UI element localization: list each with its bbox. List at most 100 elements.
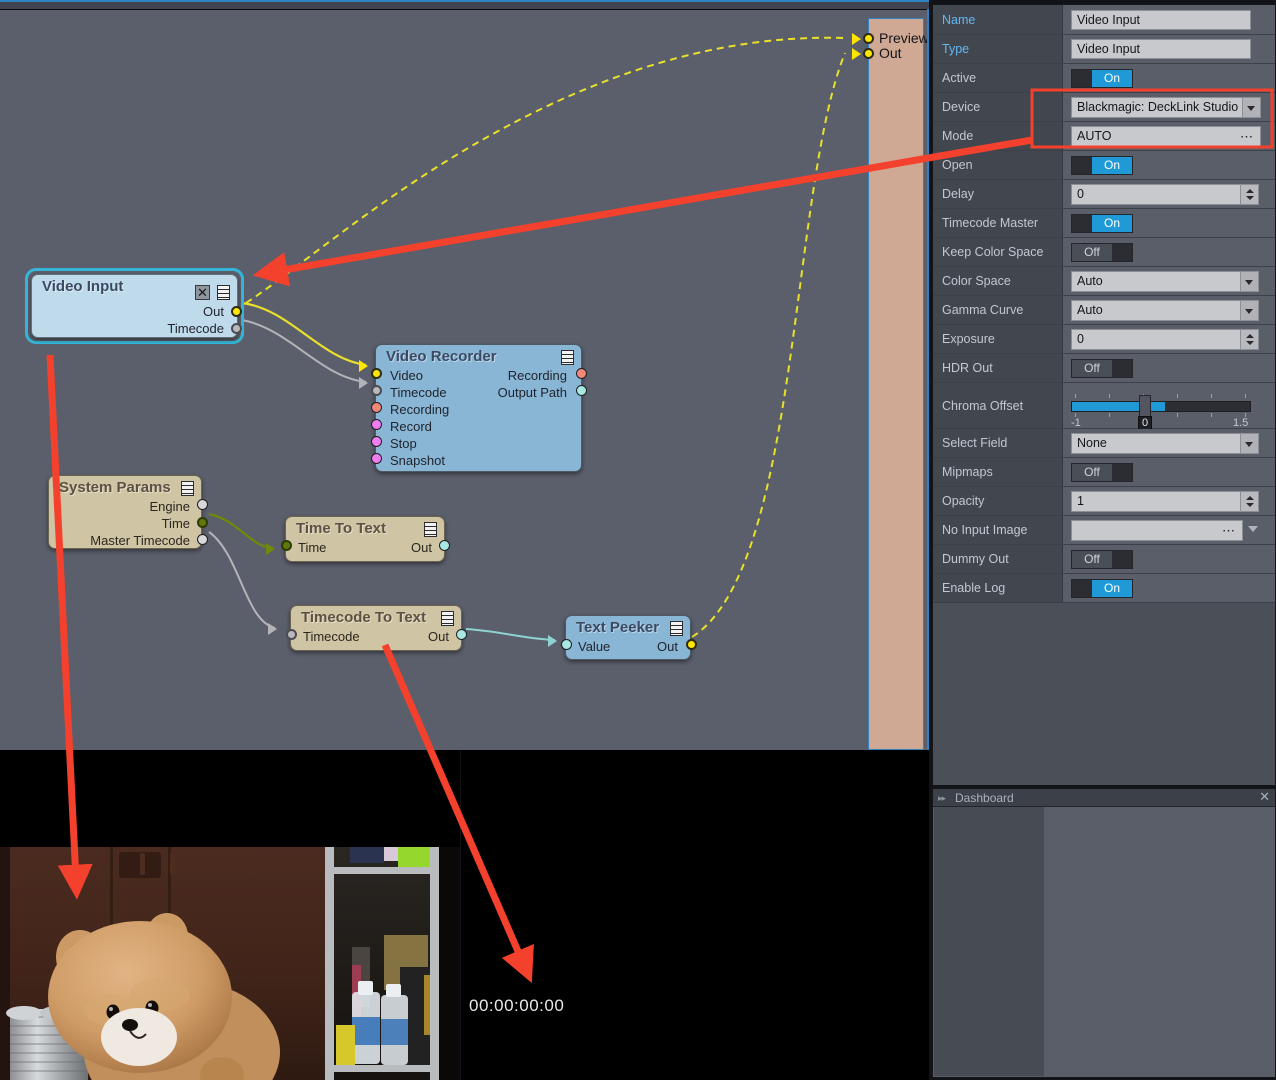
node-system-params[interactable]: System Params Engine Time Master Timecod… [48, 475, 202, 549]
time-to-text-in-label: Time [298, 540, 327, 555]
prop-label-device: Device [933, 93, 1063, 121]
prop-label-color-space: Color Space [933, 267, 1063, 295]
prop-toggle-hdr-out[interactable]: Off [1071, 358, 1133, 378]
time-to-text-time-port[interactable] [281, 540, 292, 551]
prop-label-enable-log: Enable Log [933, 574, 1063, 602]
chevron-down-icon[interactable] [1240, 271, 1258, 291]
prop-label-select-field: Select Field [933, 429, 1063, 457]
prop-slider-chroma-offset[interactable]: -1 0 1.5 [1071, 387, 1251, 430]
ellipsis-icon[interactable]: ⋯ [1240, 129, 1254, 145]
prop-spin-exposure[interactable]: 0 [1071, 328, 1259, 350]
video-recorder-outputpath-port[interactable] [576, 385, 587, 396]
dashboard-panel: ▸▸ Dashboard ✕ [932, 788, 1276, 1078]
application-window: Preview Out Video Input ✕ Out Timecode V… [0, 0, 1276, 1080]
prop-combo-device[interactable]: Blackmagic: DeckLink Studio 4 [1071, 96, 1261, 118]
stepper-icon[interactable] [1240, 491, 1258, 511]
preview-right-viewport[interactable]: 00:00:00:00 [461, 750, 929, 1080]
ellipsis-icon[interactable]: ⋯ [1222, 523, 1236, 539]
system-params-master-timecode-port[interactable] [197, 534, 208, 545]
video-recorder-stop-port[interactable] [371, 436, 382, 447]
node-timecode-to-text[interactable]: Timecode To Text Timecode Out [290, 605, 462, 651]
chevron-down-icon[interactable] [1240, 433, 1258, 453]
stepper-icon[interactable] [1240, 184, 1258, 204]
node-video-recorder[interactable]: Video Recorder Video Timecode Recording … [375, 344, 582, 472]
prop-spin-opacity[interactable]: 1 [1071, 490, 1259, 512]
prop-field-name[interactable]: Video Input [1071, 9, 1251, 30]
slider-track[interactable] [1071, 400, 1251, 412]
video-recorder-in-record-label: Record [390, 419, 432, 434]
stepper-icon[interactable] [1240, 329, 1258, 349]
timecode-to-text-out-port[interactable] [456, 629, 467, 640]
prop-row-active: Active On [933, 64, 1275, 93]
prop-toggle-mipmaps[interactable]: Off [1071, 462, 1133, 482]
prop-label-active: Active [933, 64, 1063, 92]
prop-label-chroma-offset: Chroma Offset [933, 383, 1063, 428]
video-recorder-snapshot-port[interactable] [371, 453, 382, 464]
video-recorder-menu-icon[interactable] [561, 350, 574, 365]
dashboard-close-icon[interactable]: ✕ [1259, 789, 1270, 805]
prop-combo-color-space[interactable]: Auto [1071, 270, 1259, 292]
timecode-to-text-timecode-port[interactable] [286, 629, 297, 640]
video-recorder-timecode-port[interactable] [371, 385, 382, 396]
video-recorder-recording-out-port[interactable] [576, 368, 587, 379]
text-peeker-out-port[interactable] [686, 639, 697, 650]
prop-toggle-open[interactable]: On [1071, 155, 1133, 175]
prop-combo-select-field[interactable]: None [1071, 432, 1259, 454]
video-recorder-out-recording-label: Recording [507, 368, 567, 383]
prop-toggle-dummy-out[interactable]: Off [1071, 549, 1133, 569]
node-video-input[interactable]: Video Input ✕ Out Timecode [31, 274, 238, 338]
preview-left-image [0, 847, 460, 1080]
prop-spin-delay-value: 0 [1077, 187, 1084, 201]
prop-label-gamma-curve: Gamma Curve [933, 296, 1063, 324]
system-params-engine-port[interactable] [197, 499, 208, 510]
expand-right-icon[interactable]: ▸▸ [938, 793, 946, 804]
prop-toggle-enable-log[interactable]: On [1071, 578, 1133, 598]
chevron-down-icon[interactable] [1242, 97, 1260, 117]
timecode-to-text-title: Timecode To Text [301, 609, 427, 626]
video-input-out-port[interactable] [231, 306, 242, 317]
prop-field-type[interactable]: Video Input [1071, 39, 1251, 59]
node-graph-canvas[interactable]: Preview Out Video Input ✕ Out Timecode V… [0, 9, 929, 750]
prop-browse-no-input-image[interactable]: ⋯ [1071, 519, 1258, 541]
chevron-down-icon[interactable] [1248, 525, 1258, 532]
video-input-menu-icon[interactable] [217, 285, 230, 300]
video-recorder-record-port[interactable] [371, 419, 382, 430]
video-recorder-timecode-arrow-icon [359, 377, 368, 389]
prop-toggle-active[interactable]: On [1071, 68, 1133, 88]
time-to-text-out-port[interactable] [439, 540, 450, 551]
prop-toggle-hdr-out-label: Off [1072, 359, 1112, 377]
prop-row-open: Open On [933, 151, 1275, 180]
video-recorder-video-arrow-icon [359, 360, 368, 372]
prop-toggle-keep-color-space[interactable]: Off [1071, 242, 1133, 262]
prop-combo-select-field-value: None [1077, 436, 1107, 450]
slider-thumb[interactable] [1139, 394, 1151, 418]
dashboard-left-column [934, 807, 1044, 1076]
text-peeker-menu-icon[interactable] [670, 621, 683, 636]
system-params-time-port[interactable] [197, 517, 208, 528]
text-peeker-out-label: Out [657, 639, 678, 654]
prop-toggle-active-label: On [1092, 69, 1132, 87]
text-peeker-value-port[interactable] [561, 639, 572, 650]
video-recorder-title: Video Recorder [386, 348, 497, 365]
chevron-down-icon[interactable] [1240, 300, 1258, 320]
system-params-menu-icon[interactable] [181, 481, 194, 496]
node-time-to-text[interactable]: Time To Text Time Out [285, 516, 445, 562]
node-text-peeker[interactable]: Text Peeker Value Out [565, 615, 691, 660]
video-input-close-icon[interactable]: ✕ [195, 285, 210, 300]
prop-combo-gamma-curve[interactable]: Auto [1071, 299, 1259, 321]
slider-min-label: -1 [1071, 416, 1081, 429]
preview-left-viewport[interactable] [0, 750, 460, 1080]
time-to-text-time-arrow-icon [266, 543, 275, 555]
prop-row-no-input-image: No Input Image ⋯ [933, 516, 1275, 545]
video-input-timecode-port[interactable] [231, 323, 242, 334]
prop-toggle-timecode-master[interactable]: On [1071, 213, 1133, 233]
prop-browse-mode[interactable]: AUTO ⋯ [1071, 125, 1261, 147]
prop-spin-delay[interactable]: 0 [1071, 183, 1259, 205]
timecode-to-text-menu-icon[interactable] [441, 611, 454, 626]
dashboard-header: ▸▸ Dashboard ✕ [933, 789, 1275, 807]
time-to-text-menu-icon[interactable] [424, 522, 437, 537]
prop-row-name: Name Video Input [933, 5, 1275, 35]
prop-toggle-timecode-master-label: On [1092, 214, 1132, 232]
video-recorder-video-port[interactable] [371, 368, 382, 379]
video-recorder-recording-in-port[interactable] [371, 402, 382, 413]
